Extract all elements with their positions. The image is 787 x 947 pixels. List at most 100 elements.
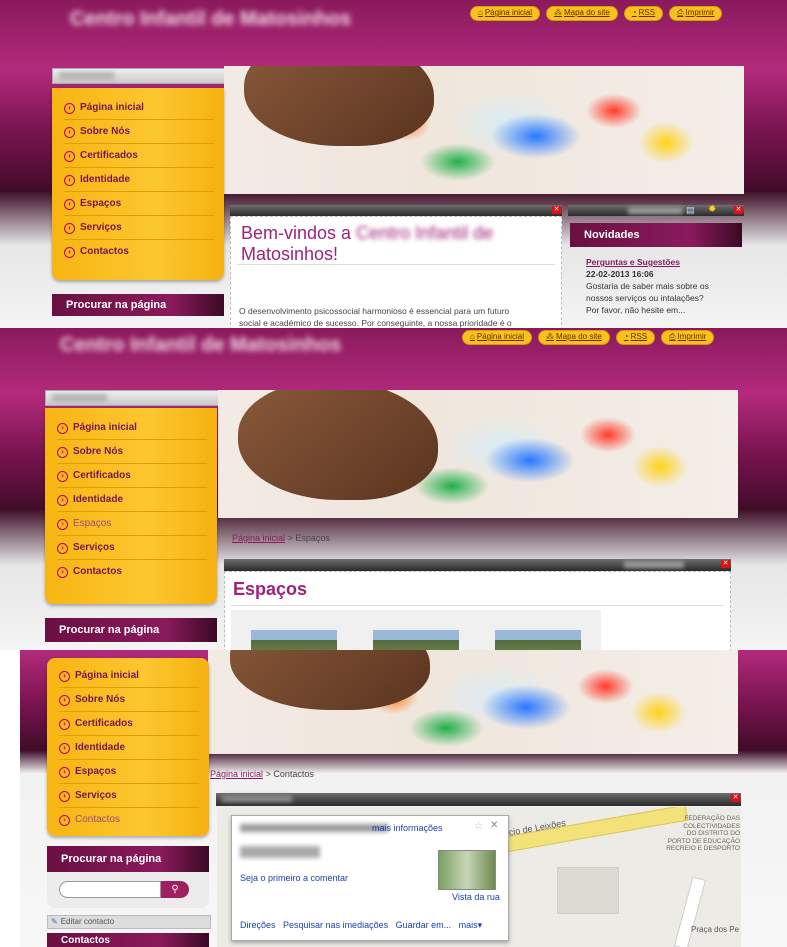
news-item: Perguntas e Sugestões 22-02-2013 16:06 G…: [586, 256, 736, 316]
bullet-icon: ›: [57, 423, 68, 434]
search-input[interactable]: [59, 881, 161, 898]
blurred-place-name: [240, 824, 388, 832]
menu-item-identity[interactable]: › Identidade: [57, 488, 207, 512]
menu-item-contacts[interactable]: › Contactos: [57, 560, 207, 583]
breadcrumb-home[interactable]: Página inicial: [210, 769, 263, 779]
menu-item-certificates[interactable]: › Certificados: [57, 464, 207, 488]
home-link[interactable]: ⌂ Página inicial: [470, 6, 540, 21]
search-heading: Procurar na página: [45, 618, 217, 642]
sitemap-link[interactable]: ⁂ Mapa do site: [545, 6, 618, 21]
map-road: [673, 876, 707, 947]
menu-item-services[interactable]: › Serviços: [64, 216, 214, 240]
gallery-photo[interactable]: [495, 630, 581, 650]
print-link[interactable]: ⎙ Imprimir: [669, 6, 723, 21]
menu-item-services[interactable]: › Serviços: [59, 784, 199, 808]
sitemap-link[interactable]: ⁂ Mapa do site: [537, 330, 610, 345]
content-box-bar: ✕: [224, 559, 731, 571]
save-link[interactable]: Guardar em...: [396, 920, 452, 930]
bullet-icon: ›: [64, 127, 75, 138]
menu-item-home[interactable]: › Página inicial: [59, 664, 199, 688]
hand-image: [238, 390, 438, 500]
nearby-link[interactable]: Pesquisar nas imediações: [283, 920, 388, 930]
close-icon[interactable]: ✕: [552, 206, 561, 214]
comment-link[interactable]: Seja o primeiro a comentar: [240, 873, 348, 883]
bullet-icon: ›: [57, 495, 68, 506]
top-links: ⌂ Página inicial ⁂ Mapa do site ◔ RSS ⎙ Impr…: [462, 330, 715, 345]
close-icon[interactable]: ✕: [721, 560, 730, 568]
rss-link[interactable]: ◔ RSS: [623, 6, 664, 21]
document-icon[interactable]: ▤: [686, 205, 695, 216]
screenshot-panel-1: Centro Infantil de Matosinhos ⌂ Página in…: [0, 0, 787, 328]
welcome-box: Bem-vindos a Centro Infantil de Matosinh…: [230, 216, 562, 328]
bullet-icon: ›: [59, 743, 70, 754]
bullet-icon: ›: [64, 199, 75, 210]
bullet-icon: ›: [57, 567, 68, 578]
menu-item-home[interactable]: › Página inicial: [64, 96, 214, 120]
menu-item-identity[interactable]: › Identidade: [64, 168, 214, 192]
news-link[interactable]: Perguntas e Sugestões: [586, 256, 736, 268]
gallery-photo[interactable]: [373, 630, 459, 650]
menu-item-home[interactable]: › Página inicial: [57, 416, 207, 440]
menu-item-about[interactable]: › Sobre Nós: [64, 120, 214, 144]
bullet-icon: ›: [59, 767, 70, 778]
blurred-address: [240, 846, 320, 858]
street-view-thumbnail[interactable]: [438, 850, 496, 890]
more-info-link[interactable]: mais informações: [372, 823, 443, 833]
breadcrumb: Página inicial > Contactos: [210, 769, 314, 779]
bullet-icon: ›: [57, 519, 68, 530]
news-heading: Novidades: [570, 223, 742, 247]
bullet-icon: ›: [59, 791, 70, 802]
news-box-bar: ▤ ✹ ✕: [568, 204, 744, 216]
menu-item-certificates[interactable]: › Certificados: [59, 712, 199, 736]
intro-text: O desenvolvimento psicossocial harmonios…: [239, 306, 512, 328]
spaces-box: Espaços: [224, 571, 731, 650]
welcome-title: Bem-vindos a Centro Infantil de Matosinh…: [241, 223, 494, 264]
bullet-icon: ›: [64, 247, 75, 258]
directions-link[interactable]: Direções: [240, 920, 276, 930]
menu-item-identity[interactable]: › Identidade: [59, 736, 199, 760]
main-menu: › Página inicial › Sobre Nós › Certificados…: [47, 658, 209, 836]
gallery-photo[interactable]: [251, 630, 337, 650]
menu-item-services[interactable]: › Serviços: [57, 536, 207, 560]
edit-contact-row[interactable]: ✎ Editar contacto: [47, 915, 211, 929]
search-button[interactable]: ⚲: [161, 881, 189, 898]
page-title: Espaços: [233, 579, 308, 599]
home-icon: ⌂: [478, 8, 483, 17]
menu-item-certificates[interactable]: › Certificados: [64, 144, 214, 168]
rss-link[interactable]: ◔ RSS: [615, 330, 656, 345]
menu-item-contacts[interactable]: › Contactos: [59, 808, 199, 831]
search-box: ⚲: [47, 872, 209, 908]
rss-icon: ◔: [623, 332, 629, 341]
main-menu: › Página inicial › Sobre Nós › Certificados…: [45, 408, 217, 604]
menu-item-spaces[interactable]: › Espaços: [64, 192, 214, 216]
site-title: Centro Infantil de Matosinhos: [70, 8, 352, 30]
print-link[interactable]: ⎙ Imprimir: [661, 330, 715, 345]
header-banner-image: [218, 390, 738, 518]
header-banner-image: [224, 66, 744, 194]
gear-icon[interactable]: ✹: [708, 204, 716, 215]
map-square-label: Praça dos Pe: [691, 925, 740, 934]
breadcrumb-home[interactable]: Página inicial: [232, 533, 285, 543]
home-icon: ⌂: [470, 332, 475, 341]
close-icon[interactable]: ✕: [731, 794, 740, 802]
close-icon[interactable]: ✕: [490, 820, 498, 831]
menu-item-spaces[interactable]: › Espaços: [57, 512, 207, 536]
menu-item-about[interactable]: › Sobre Nós: [57, 440, 207, 464]
close-icon[interactable]: ✕: [734, 206, 743, 214]
bullet-icon: ›: [59, 695, 70, 706]
menu-item-about[interactable]: › Sobre Nós: [59, 688, 199, 712]
star-icon[interactable]: ☆: [474, 821, 483, 832]
menu-item-spaces[interactable]: › Espaços: [59, 760, 199, 784]
menu-item-contacts[interactable]: › Contactos: [64, 240, 214, 263]
chevron-down-icon: ▾: [477, 920, 483, 930]
edit-icon: ✎: [51, 917, 58, 926]
header-banner-image: [208, 650, 738, 754]
breadcrumb: Página inicial > Espaços: [232, 533, 330, 543]
logo-band: [52, 68, 226, 84]
more-link[interactable]: mais: [459, 920, 478, 930]
home-link[interactable]: ⌂ Página inicial: [462, 330, 532, 345]
bullet-icon: ›: [57, 543, 68, 554]
breadcrumb-current: Contactos: [273, 769, 314, 779]
street-view-link[interactable]: Vista da rua: [452, 892, 500, 902]
location-map[interactable]: mércio de Leixões FEDERAÇÃO DAS COLECTIV…: [217, 807, 741, 947]
